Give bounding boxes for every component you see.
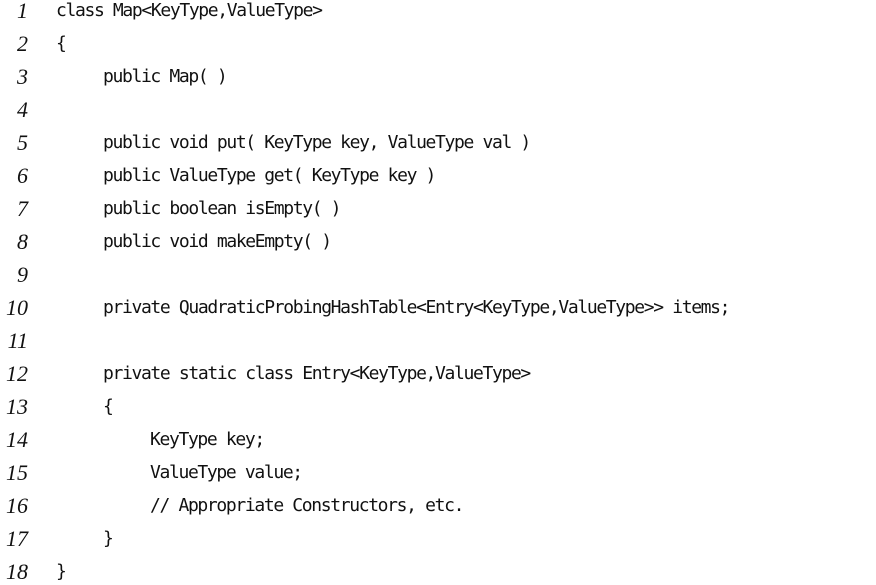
code-line-11: 11 [0,330,876,363]
line-code: { [103,396,114,417]
code-line-6: 6 public ValueType get( KeyType key ) [0,165,876,198]
line-code: private static class Entry<KeyType,Value… [103,363,531,384]
line-code: public ValueType get( KeyType key ) [103,165,436,186]
line-code: public void put( KeyType key, ValueType … [103,132,531,153]
code-line-14: 14 KeyType key; [0,429,876,462]
line-number: 1 [17,0,28,23]
line-number: 15 [6,460,28,485]
line-code: public boolean isEmpty( ) [103,198,342,219]
line-number: 10 [6,295,28,320]
code-line-8: 8 public void makeEmpty( ) [0,231,876,264]
line-number: 9 [17,262,28,287]
code-line-3: 3 public Map( ) [0,66,876,99]
line-code: class Map<KeyType,ValueType> [56,0,323,21]
line-number: 6 [17,163,28,188]
line-number: 12 [6,361,28,386]
line-number: 7 [17,196,28,221]
code-line-2: 2 { [0,33,876,66]
code-line-13: 13 { [0,396,876,429]
line-code: { [56,33,67,54]
code-line-9: 9 [0,264,876,297]
code-line-1: 1 class Map<KeyType,ValueType> [0,0,876,33]
code-line-15: 15 ValueType value; [0,462,876,495]
code-line-12: 12 private static class Entry<KeyType,Va… [0,363,876,396]
code-listing: 1 class Map<KeyType,ValueType> 2 { 3 pub… [0,0,876,585]
line-code: } [56,561,67,582]
line-code: ValueType value; [150,462,303,483]
line-code: public void makeEmpty( ) [103,231,332,252]
line-number: 18 [6,559,28,584]
line-number: 16 [6,493,28,518]
code-line-17: 17 } [0,528,876,561]
line-code: } [103,528,114,549]
line-number: 8 [17,229,28,254]
line-number: 17 [6,526,28,551]
line-code: KeyType key; [150,429,265,450]
line-code: // Appropriate Constructors, etc. [150,495,464,516]
code-line-4: 4 [0,99,876,132]
line-number: 11 [7,328,28,353]
line-number: 14 [6,427,28,452]
line-number: 13 [6,394,28,419]
line-number: 2 [17,31,28,56]
line-number: 4 [17,97,28,122]
code-line-18: 18 } [0,561,876,585]
code-line-7: 7 public boolean isEmpty( ) [0,198,876,231]
code-line-5: 5 public void put( KeyType key, ValueTyp… [0,132,876,165]
line-number: 5 [17,130,28,155]
code-line-16: 16 // Appropriate Constructors, etc. [0,495,876,528]
line-code: private QuadraticProbingHashTable<Entry<… [103,297,730,318]
line-code: public Map( ) [103,66,228,87]
code-line-10: 10 private QuadraticProbingHashTable<Ent… [0,297,876,330]
line-number: 3 [17,64,28,89]
